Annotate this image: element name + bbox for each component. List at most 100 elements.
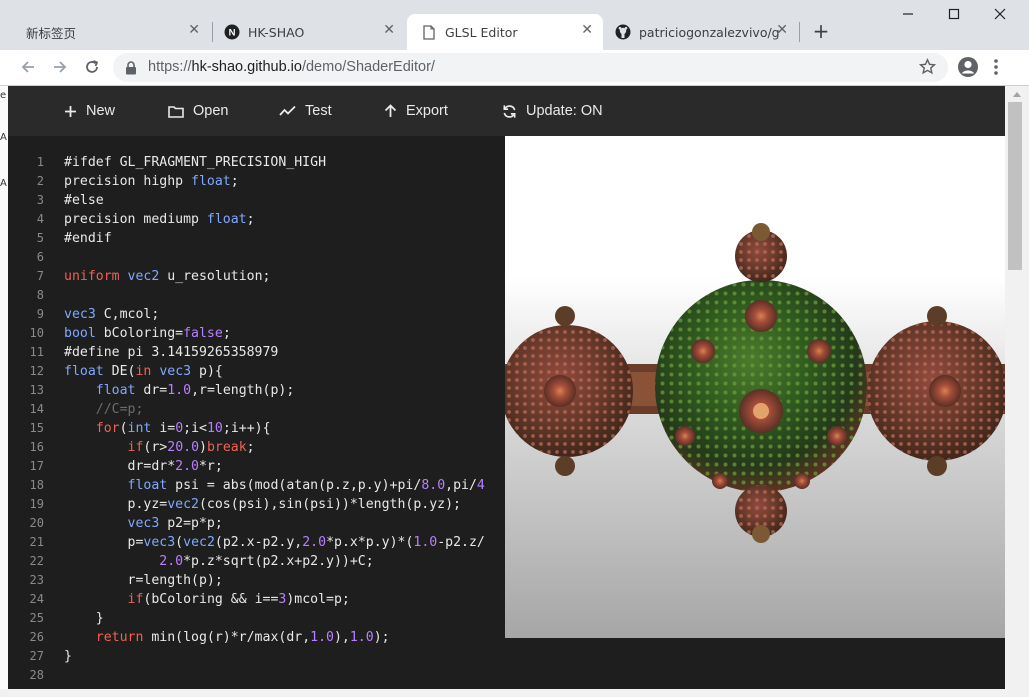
line-number: 20: [29, 516, 44, 530]
account-icon[interactable]: [957, 56, 979, 82]
line-number: 11: [29, 345, 44, 359]
shader-preview-canvas[interactable]: [505, 136, 1005, 638]
line-number: 17: [29, 459, 44, 473]
tab-strip: 新标签页 ✕ N HK-SHAO ✕ GLSL Editor ✕ patrici…: [0, 0, 1029, 50]
arrow-up-icon: [384, 104, 397, 117]
tab-github[interactable]: patriciogonzalezvivo/g ✕: [605, 14, 798, 50]
code-line[interactable]: ​: [64, 666, 1004, 685]
line-number: 7: [36, 269, 44, 283]
new-label: New: [86, 103, 116, 119]
line-number: 14: [29, 402, 44, 416]
tab-new-tab-page[interactable]: 新标签页 ✕: [10, 14, 210, 50]
scrollbar-thumb[interactable]: [1008, 102, 1022, 270]
url-path: /demo/ShaderEditor/: [301, 59, 435, 75]
close-icon[interactable]: ✕: [383, 22, 395, 38]
line-number: 3: [36, 193, 44, 207]
tab-title: GLSL Editor: [445, 24, 518, 40]
glsl-editor: New Open Test Export Update: ON 12345678…: [8, 86, 1005, 689]
close-icon[interactable]: ✕: [776, 22, 788, 38]
line-number: 13: [29, 383, 44, 397]
background-text: A: [0, 132, 7, 143]
line-number: 18: [29, 478, 44, 492]
line-number: 25: [29, 611, 44, 625]
line-number: 9: [36, 307, 44, 321]
line-number: 15: [29, 421, 44, 435]
line-number: 6: [36, 250, 44, 264]
update-toggle[interactable]: Update: ON: [502, 100, 603, 122]
tab-title: HK-SHAO: [248, 24, 305, 40]
tab-glsl-editor[interactable]: GLSL Editor ✕: [407, 14, 603, 50]
code-editor[interactable]: 1 2 3 4 5 6 7 8 9 10 11 12 13 14 15 16 17 18 19 20 21 22 23 24 2…: [8, 136, 1005, 689]
tab-title: 新标签页: [26, 25, 77, 41]
line-number: 1: [36, 155, 44, 169]
plus-icon: [65, 105, 76, 117]
minimize-icon: [903, 13, 913, 15]
code-line[interactable]: }: [64, 647, 1004, 666]
arrow-right-icon: [54, 61, 67, 73]
bookmark-star-icon[interactable]: [918, 58, 937, 79]
new-button[interactable]: New: [64, 100, 115, 122]
background-text: A: [0, 178, 7, 189]
line-number: 26: [29, 630, 44, 644]
new-tab-button[interactable]: +: [808, 20, 834, 44]
test-label: Test: [305, 103, 332, 119]
export-label: Export: [406, 103, 448, 119]
reload-icon: [86, 60, 99, 73]
mandelbulb-render: [505, 223, 1005, 543]
line-number: 28: [29, 668, 44, 682]
close-icon[interactable]: ✕: [188, 22, 200, 38]
line-number: 22: [29, 554, 44, 568]
tab-title: patriciogonzalezvivo/g: [639, 24, 780, 40]
line-number: 21: [29, 535, 44, 549]
line-number: 5: [36, 231, 44, 245]
page-icon: [421, 24, 437, 40]
open-label: Open: [193, 103, 229, 119]
trend-icon: [279, 105, 296, 116]
url-scheme: https://: [148, 59, 192, 75]
open-button[interactable]: Open: [168, 100, 228, 122]
line-number: 10: [29, 326, 44, 340]
tab-hk-shao[interactable]: N HK-SHAO ✕: [212, 14, 405, 50]
tab-separator: [799, 22, 800, 42]
line-number-gutter: 1 2 3 4 5 6 7 8 9 10 11 12 13 14 15 16 17 18 19 20 21 22 23 24 2…: [8, 153, 44, 685]
line-number: 12: [29, 364, 44, 378]
line-number: 2: [36, 174, 44, 188]
close-window-button[interactable]: [977, 8, 1023, 30]
line-number: 4: [36, 212, 44, 226]
url-host: hk-shao.github.io: [191, 59, 302, 75]
page-horizontal-scrollbar[interactable]: [0, 689, 1029, 697]
refresh-icon: [503, 104, 516, 118]
editor-menubar: New Open Test Export Update: ON: [8, 86, 1005, 136]
page-viewport: e A A New Open Test Export Update: ON 1 …: [0, 86, 1029, 697]
minimize-button[interactable]: [885, 8, 931, 30]
line-number: 8: [36, 288, 44, 302]
browser-menu-icon[interactable]: [993, 57, 999, 81]
line-number: 27: [29, 649, 44, 663]
close-icon[interactable]: ✕: [581, 22, 593, 38]
close-icon: [994, 8, 1006, 20]
update-label: Update: ON: [526, 103, 603, 119]
page-vertical-scrollbar[interactable]: [1005, 86, 1029, 689]
address-bar[interactable]: https://hk-shao.github.io/demo/ShaderEdi…: [113, 53, 948, 82]
url-text: https://hk-shao.github.io/demo/ShaderEdi…: [148, 59, 435, 75]
line-number: 23: [29, 573, 44, 587]
line-number: 16: [29, 440, 44, 454]
background-text: e: [0, 90, 7, 101]
export-button[interactable]: Export: [384, 100, 448, 122]
forward-button[interactable]: [47, 55, 73, 79]
line-number: 24: [29, 592, 44, 606]
svg-text:N: N: [229, 28, 236, 39]
scroll-up-icon[interactable]: [1012, 90, 1022, 98]
browser-toolbar: https://hk-shao.github.io/demo/ShaderEdi…: [0, 50, 1029, 86]
maximize-icon: [948, 8, 960, 20]
arrow-left-icon: [21, 61, 34, 73]
back-button[interactable]: [15, 55, 41, 79]
line-number: 19: [29, 497, 44, 511]
folder-icon: [168, 105, 184, 118]
lock-icon: [125, 60, 137, 79]
reload-button[interactable]: [79, 55, 105, 79]
notion-n-icon: N: [224, 24, 240, 40]
maximize-button[interactable]: [931, 8, 977, 30]
test-button[interactable]: Test: [279, 100, 332, 122]
github-icon: [615, 24, 631, 40]
